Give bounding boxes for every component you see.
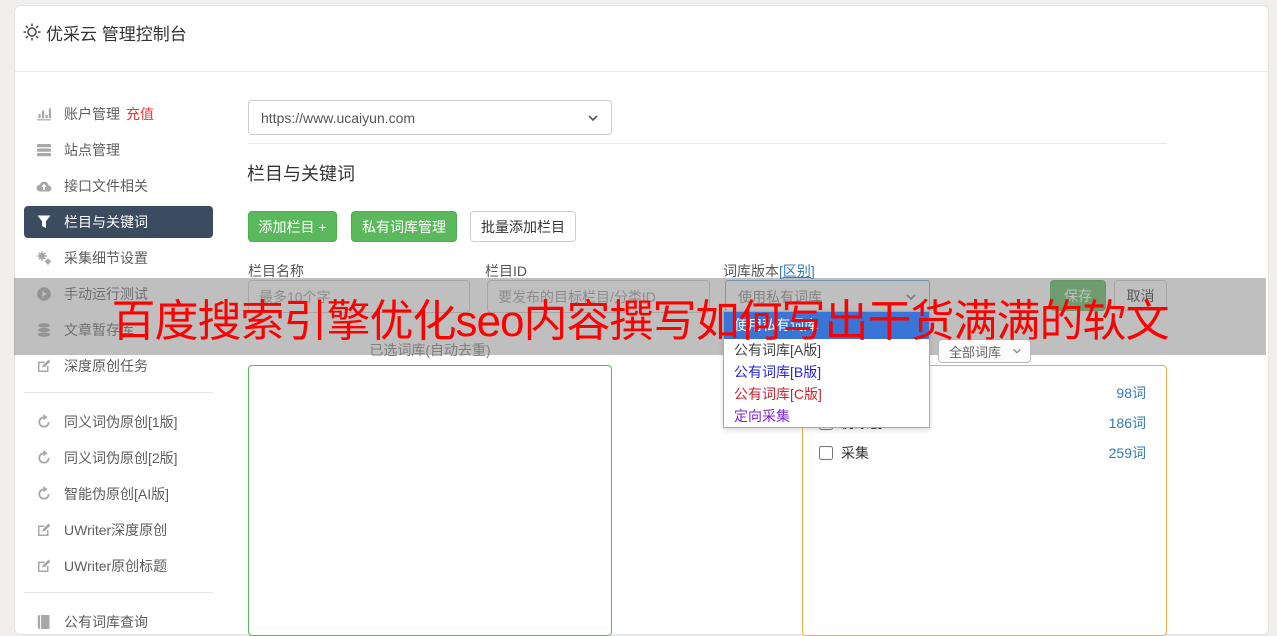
sidebar-item-uwriter-original-title[interactable]: UWriter原创标题	[24, 548, 213, 584]
refresh-icon	[36, 450, 52, 466]
refresh-icon	[36, 414, 52, 430]
sidebar-item-synonym-rewrite-v2[interactable]: 同义词伪原创[2版]	[24, 440, 213, 476]
sidebar-item-columns-keywords[interactable]: 栏目与关键词	[24, 206, 213, 238]
sidebar: 账户管理充值站点管理接口文件相关栏目与关键词采集细节设置手动运行测试文章暂存库深…	[24, 96, 213, 636]
dropdown-option-4[interactable]: 定向采集	[724, 405, 929, 427]
gear-icon	[22, 22, 42, 42]
funnel-icon	[36, 214, 52, 230]
lexicon-version-dropdown: 使用私有词库 公有词库[A版] 公有词库[B版] 公有词库[C版] 定向采集	[723, 311, 930, 428]
edit-icon	[36, 558, 52, 574]
sidebar-item-label: UWriter原创标题	[64, 558, 168, 574]
sidebar-item-collection-settings[interactable]: 采集细节设置	[24, 240, 213, 276]
dropdown-option-0[interactable]: 使用私有词库	[724, 312, 929, 339]
sidebar-item-label: 同义词伪原创[2版]	[64, 450, 178, 466]
sidebar-item-label: 智能伪原创[AI版]	[64, 486, 170, 502]
header-content-divider	[248, 143, 1167, 144]
chevron-down-icon	[587, 112, 599, 124]
word-count: 259词	[1108, 445, 1146, 461]
add-column-button[interactable]: 添加栏目 +	[248, 211, 337, 242]
refresh-icon	[36, 486, 52, 502]
word-list-label: 采集	[841, 445, 869, 461]
word-count: 98词	[1116, 385, 1146, 401]
recharge-link[interactable]: 充值	[126, 104, 154, 124]
lexicon-filter-select[interactable]: 全部词库	[938, 339, 1031, 363]
dropdown-option-2[interactable]: 公有词库[B版]	[724, 361, 929, 383]
book-icon	[36, 614, 52, 630]
sidebar-item-label: 接口文件相关	[64, 178, 148, 194]
word-list-checkbox[interactable]	[819, 446, 833, 460]
chevron-down-icon	[1012, 346, 1022, 356]
sidebar-item-label: 采集细节设置	[64, 250, 148, 266]
sidebar-item-synonym-rewrite-v1[interactable]: 同义词伪原创[1版]	[24, 404, 213, 440]
sidebar-item-interface-files[interactable]: 接口文件相关	[24, 168, 213, 204]
word-list-row: 采集 259词	[803, 438, 1166, 468]
overlay-band	[14, 278, 1266, 355]
version-difference-link[interactable]: [区别]	[779, 263, 815, 279]
private-lexicon-button[interactable]: 私有词库管理	[351, 211, 457, 242]
page-title: 栏目与关键词	[247, 164, 355, 184]
server-icon	[36, 142, 52, 158]
header-bar: 优采云 管理控制台	[14, 5, 1269, 72]
sidebar-item-public-lexicon-query[interactable]: 公有词库查询	[24, 604, 213, 636]
sidebar-item-label: 深度原创任务	[64, 358, 148, 374]
sidebar-item-label: UWriter深度原创	[64, 522, 168, 538]
site-url-select[interactable]: https://www.ucaiyun.com	[248, 100, 612, 135]
batch-add-button[interactable]: 批量添加栏目	[470, 211, 576, 242]
lexicon-filter-value: 全部词库	[949, 344, 1002, 360]
sidebar-item-account-management[interactable]: 账户管理 充值	[24, 96, 213, 132]
sidebar-divider	[24, 592, 213, 593]
sidebar-item-label: 同义词伪原创[1版]	[64, 414, 178, 430]
sidebar-item-label: 公有词库查询	[64, 614, 148, 630]
dropdown-option-3[interactable]: 公有词库[C版]	[724, 383, 929, 405]
cloud-upload-icon	[36, 178, 52, 194]
sidebar-item-site-management[interactable]: 站点管理	[24, 132, 213, 168]
gears-icon	[36, 250, 52, 266]
site-url-value: https://www.ucaiyun.com	[261, 109, 416, 126]
sidebar-divider	[24, 392, 213, 393]
sidebar-item-ai-rewrite[interactable]: 智能伪原创[AI版]	[24, 476, 213, 512]
dropdown-option-1[interactable]: 公有词库[A版]	[724, 339, 929, 361]
edit-icon	[36, 358, 52, 374]
sidebar-item-uwriter-deep-original[interactable]: UWriter深度原创	[24, 512, 213, 548]
app-root: 优采云 管理控制台 账户管理充值站点管理接口文件相关栏目与关键词采集细节设置手动…	[0, 0, 1277, 636]
word-count: 186词	[1108, 415, 1146, 431]
app-title: 优采云 管理控制台	[46, 25, 187, 44]
edit-icon	[36, 522, 52, 538]
bar-chart-icon	[36, 106, 52, 122]
sidebar-item-label: 栏目与关键词	[64, 214, 148, 230]
sidebar-item-label: 账户管理	[64, 106, 120, 122]
sidebar-item-label: 站点管理	[64, 142, 120, 158]
selected-lexicon-box	[248, 365, 612, 636]
